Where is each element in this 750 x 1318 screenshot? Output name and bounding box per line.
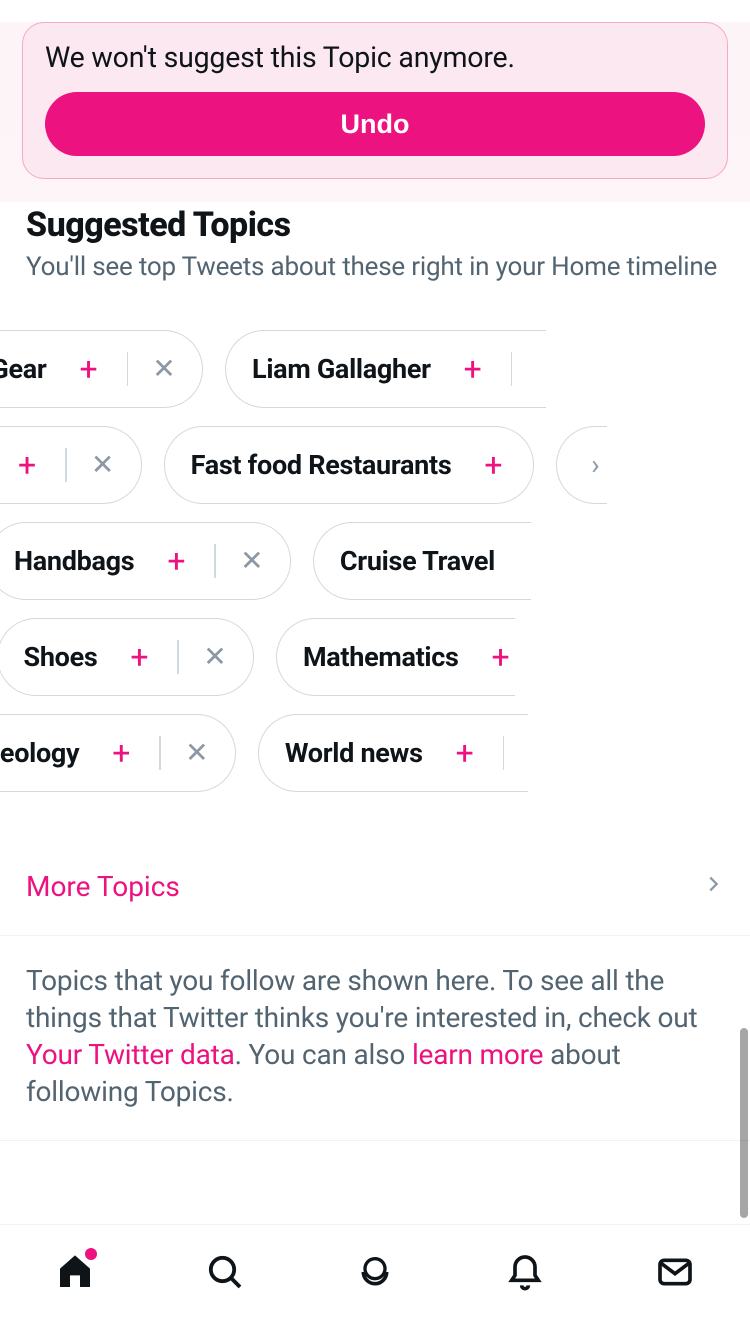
topic-label: Mathematics (303, 641, 459, 673)
your-twitter-data-link[interactable]: Your Twitter data (26, 1038, 235, 1071)
undo-notice-card: We won't suggest this Topic anymore. Und… (22, 22, 728, 179)
topic-pill-liam-gallagher[interactable]: Liam Gallagher + (225, 330, 546, 408)
chevron-right-icon[interactable]: › (583, 448, 607, 481)
info-paragraph: Topics that you follow are shown here. T… (0, 936, 750, 1142)
pill-divider (65, 448, 67, 482)
tab-notifications[interactable] (497, 1244, 553, 1300)
add-icon[interactable]: + (107, 734, 135, 772)
pill-divider (503, 736, 505, 770)
add-icon[interactable]: + (125, 638, 153, 676)
chevron-right-icon (702, 873, 724, 899)
topic-row: ✕ Handbags + ✕ Cruise Travel (0, 522, 750, 600)
suggested-subtitle: You'll see top Tweets about these right … (26, 251, 724, 284)
pill-divider (214, 544, 216, 578)
topic-pill-archaeology[interactable]: Archaeology + ✕ (0, 714, 236, 792)
tab-search[interactable] (197, 1244, 253, 1300)
more-topics-link[interactable]: More Topics (0, 838, 750, 936)
tab-spaces[interactable] (347, 1244, 403, 1300)
add-icon[interactable]: + (162, 542, 190, 580)
topic-pill-handbags[interactable]: Handbags + ✕ (0, 522, 291, 600)
dismiss-icon[interactable]: ✕ (240, 544, 264, 577)
topic-label: Shoes (24, 641, 98, 673)
dismiss-icon[interactable]: ✕ (203, 640, 227, 673)
topic-label: Handbags (14, 545, 134, 577)
topic-pill-partial[interactable]: › (556, 426, 607, 504)
search-icon (205, 1252, 245, 1292)
topic-label: Cruise Travel (340, 545, 495, 577)
topic-pill-top-gear[interactable]: Top Gear + ✕ (0, 330, 203, 408)
topic-pill-cruise-travel[interactable]: Cruise Travel (313, 522, 531, 600)
topic-pill-fast-food[interactable]: Fast food Restaurants + (164, 426, 535, 504)
envelope-icon (655, 1252, 695, 1292)
topic-row: g + ✕ Fast food Restaurants + › (0, 426, 750, 504)
pill-divider (511, 352, 513, 386)
bell-icon (505, 1252, 545, 1292)
add-icon[interactable]: + (451, 734, 479, 772)
dismiss-icon[interactable]: ✕ (91, 448, 115, 481)
tab-home[interactable] (47, 1244, 103, 1300)
pill-divider (127, 352, 129, 386)
topic-row: ✕ Shoes + ✕ Mathematics + (0, 618, 750, 696)
topic-label: Top Gear (0, 353, 47, 385)
topic-pill-partial[interactable]: g + ✕ (0, 426, 142, 504)
topic-row: Top Gear + ✕ Liam Gallagher + (0, 330, 750, 408)
add-icon[interactable]: + (75, 350, 103, 388)
notice-message: We won't suggest this Topic anymore. (45, 41, 705, 74)
topic-row: Archaeology + ✕ World news + (0, 714, 750, 792)
microphone-icon (355, 1252, 395, 1292)
topic-pills-area: Top Gear + ✕ Liam Gallagher + g + ✕ Fast… (0, 330, 750, 810)
topic-pill-mathematics[interactable]: Mathematics + (276, 618, 515, 696)
add-icon[interactable]: + (459, 350, 487, 388)
info-text-1: Topics that you follow are shown here. T… (26, 964, 698, 1034)
info-text-2: . You can also (235, 1038, 412, 1071)
dismiss-icon[interactable]: ✕ (185, 736, 209, 769)
tab-messages[interactable] (647, 1244, 703, 1300)
add-icon[interactable]: + (13, 446, 41, 484)
learn-more-link[interactable]: learn more (412, 1038, 543, 1071)
scrollbar[interactable] (740, 1028, 748, 1218)
add-icon[interactable]: + (487, 638, 515, 676)
pill-divider (177, 640, 179, 674)
topic-label: Fast food Restaurants (191, 449, 452, 481)
topic-label: Liam Gallagher (252, 353, 431, 385)
suggested-title: Suggested Topics (26, 205, 724, 245)
bottom-tab-bar (0, 1224, 750, 1318)
topic-label: Archaeology (0, 737, 79, 769)
pill-divider (159, 736, 161, 770)
add-icon[interactable]: + (479, 446, 507, 484)
dismiss-icon[interactable]: ✕ (152, 352, 176, 385)
undo-button[interactable]: Undo (45, 92, 705, 156)
topic-pill-world-news[interactable]: World news + (258, 714, 528, 792)
more-topics-label: More Topics (26, 870, 180, 903)
topic-pill-shoes[interactable]: Shoes + ✕ (0, 618, 254, 696)
notification-dot-icon (85, 1248, 97, 1260)
topic-label: World news (285, 737, 423, 769)
